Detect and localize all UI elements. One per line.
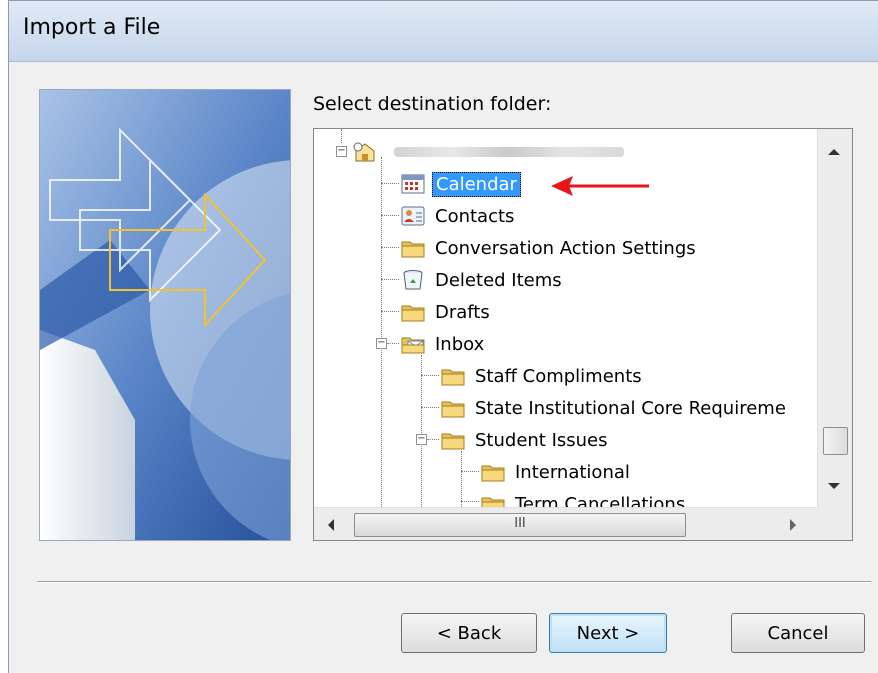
import-dialog: Import a File Select destination folder:… bbox=[8, 0, 878, 673]
folder-icon bbox=[401, 241, 425, 258]
tree-line bbox=[421, 407, 439, 408]
tree-line bbox=[421, 375, 439, 376]
tree-item-deleted-items[interactable]: Deleted Items bbox=[400, 265, 565, 295]
scroll-up-arrow-icon[interactable] bbox=[828, 149, 840, 155]
tree-item-label: Calendar bbox=[432, 171, 521, 197]
tree-item-root-mailbox[interactable] bbox=[352, 137, 624, 167]
horizontal-scrollbar[interactable]: III bbox=[314, 507, 817, 540]
inbox-folder-icon bbox=[401, 337, 425, 354]
tree-item-inbox[interactable]: Inbox bbox=[400, 329, 487, 359]
tree-item-label: Staff Compliments bbox=[475, 365, 642, 387]
tree-item-label: Term Cancellations bbox=[515, 493, 686, 508]
tree-item-label: Inbox bbox=[435, 333, 485, 355]
folder-icon bbox=[441, 433, 465, 450]
tree-line bbox=[341, 129, 342, 143]
collapse-toggle-inbox[interactable]: − bbox=[376, 338, 387, 349]
tree-item-staff-compliments[interactable]: Staff Compliments bbox=[440, 361, 645, 391]
folder-icon bbox=[441, 401, 465, 418]
vertical-scroll-thumb[interactable] bbox=[823, 427, 848, 455]
calendar-icon bbox=[401, 174, 425, 194]
tree-item-label: Conversation Action Settings bbox=[435, 237, 696, 259]
scroll-down-arrow-icon[interactable] bbox=[828, 483, 840, 489]
tree-item-label: Drafts bbox=[435, 301, 490, 323]
folder-icon bbox=[441, 369, 465, 386]
mailbox-home-icon bbox=[353, 142, 375, 162]
scroll-right-arrow-icon[interactable] bbox=[790, 519, 796, 531]
tree-item-conversation-action-settings[interactable]: Conversation Action Settings bbox=[400, 233, 699, 263]
collapse-toggle-root[interactable]: − bbox=[336, 146, 347, 157]
tree-item-state-institutional-core-requirements[interactable]: State Institutional Core Requireme bbox=[440, 393, 789, 423]
tree-line bbox=[461, 501, 479, 502]
tree-line bbox=[381, 279, 399, 280]
collapse-toggle-student-issues[interactable]: − bbox=[416, 434, 427, 445]
tree-item-contacts[interactable]: Contacts bbox=[400, 201, 517, 231]
tree-item-label: Deleted Items bbox=[435, 269, 562, 291]
folder-icon bbox=[481, 497, 505, 507]
cancel-button[interactable]: Cancel bbox=[731, 613, 865, 653]
tree-line bbox=[427, 439, 439, 440]
title-bar[interactable]: Import a File bbox=[9, 1, 878, 62]
destination-folder-label: Select destination folder: bbox=[313, 93, 552, 115]
window-title: Import a File bbox=[23, 15, 161, 40]
folder-icon bbox=[481, 465, 505, 482]
tree-item-international[interactable]: International bbox=[480, 457, 633, 487]
tree-item-label: Student Issues bbox=[475, 429, 608, 451]
vertical-scrollbar[interactable] bbox=[817, 129, 852, 507]
tree-line bbox=[381, 157, 382, 507]
tree-line bbox=[461, 471, 479, 472]
tree-line bbox=[381, 183, 399, 184]
tree-line bbox=[421, 355, 422, 507]
tree-item-student-issues[interactable]: Student Issues bbox=[440, 425, 611, 455]
tree-line bbox=[381, 247, 399, 248]
folder-icon bbox=[401, 305, 425, 322]
footer-separator bbox=[37, 581, 871, 583]
tree-item-calendar[interactable]: Calendar bbox=[400, 169, 521, 199]
tree-line bbox=[381, 311, 399, 312]
redacted-account-name bbox=[394, 147, 624, 157]
tree-line bbox=[381, 215, 399, 216]
next-button[interactable]: Next > bbox=[549, 613, 667, 653]
back-button[interactable]: < Back bbox=[401, 613, 537, 653]
wizard-banner-image bbox=[39, 89, 291, 541]
tree-item-label bbox=[384, 151, 390, 153]
red-pointer-arrow-icon bbox=[551, 176, 649, 196]
scrollbar-corner bbox=[817, 507, 852, 540]
tree-line bbox=[387, 343, 399, 344]
tree-item-label: International bbox=[515, 461, 630, 483]
tree-item-label: Contacts bbox=[435, 205, 515, 227]
tree-item-term-cancellations[interactable]: Term Cancellations bbox=[480, 489, 688, 507]
recycle-bin-icon bbox=[403, 270, 423, 290]
tree-item-drafts[interactable]: Drafts bbox=[400, 297, 493, 327]
tree-item-label: State Institutional Core Requireme bbox=[475, 397, 786, 419]
tree-line bbox=[461, 451, 462, 507]
contacts-icon bbox=[401, 206, 425, 226]
scroll-left-arrow-icon[interactable] bbox=[328, 519, 334, 531]
horizontal-scroll-thumb[interactable]: III bbox=[354, 513, 686, 537]
